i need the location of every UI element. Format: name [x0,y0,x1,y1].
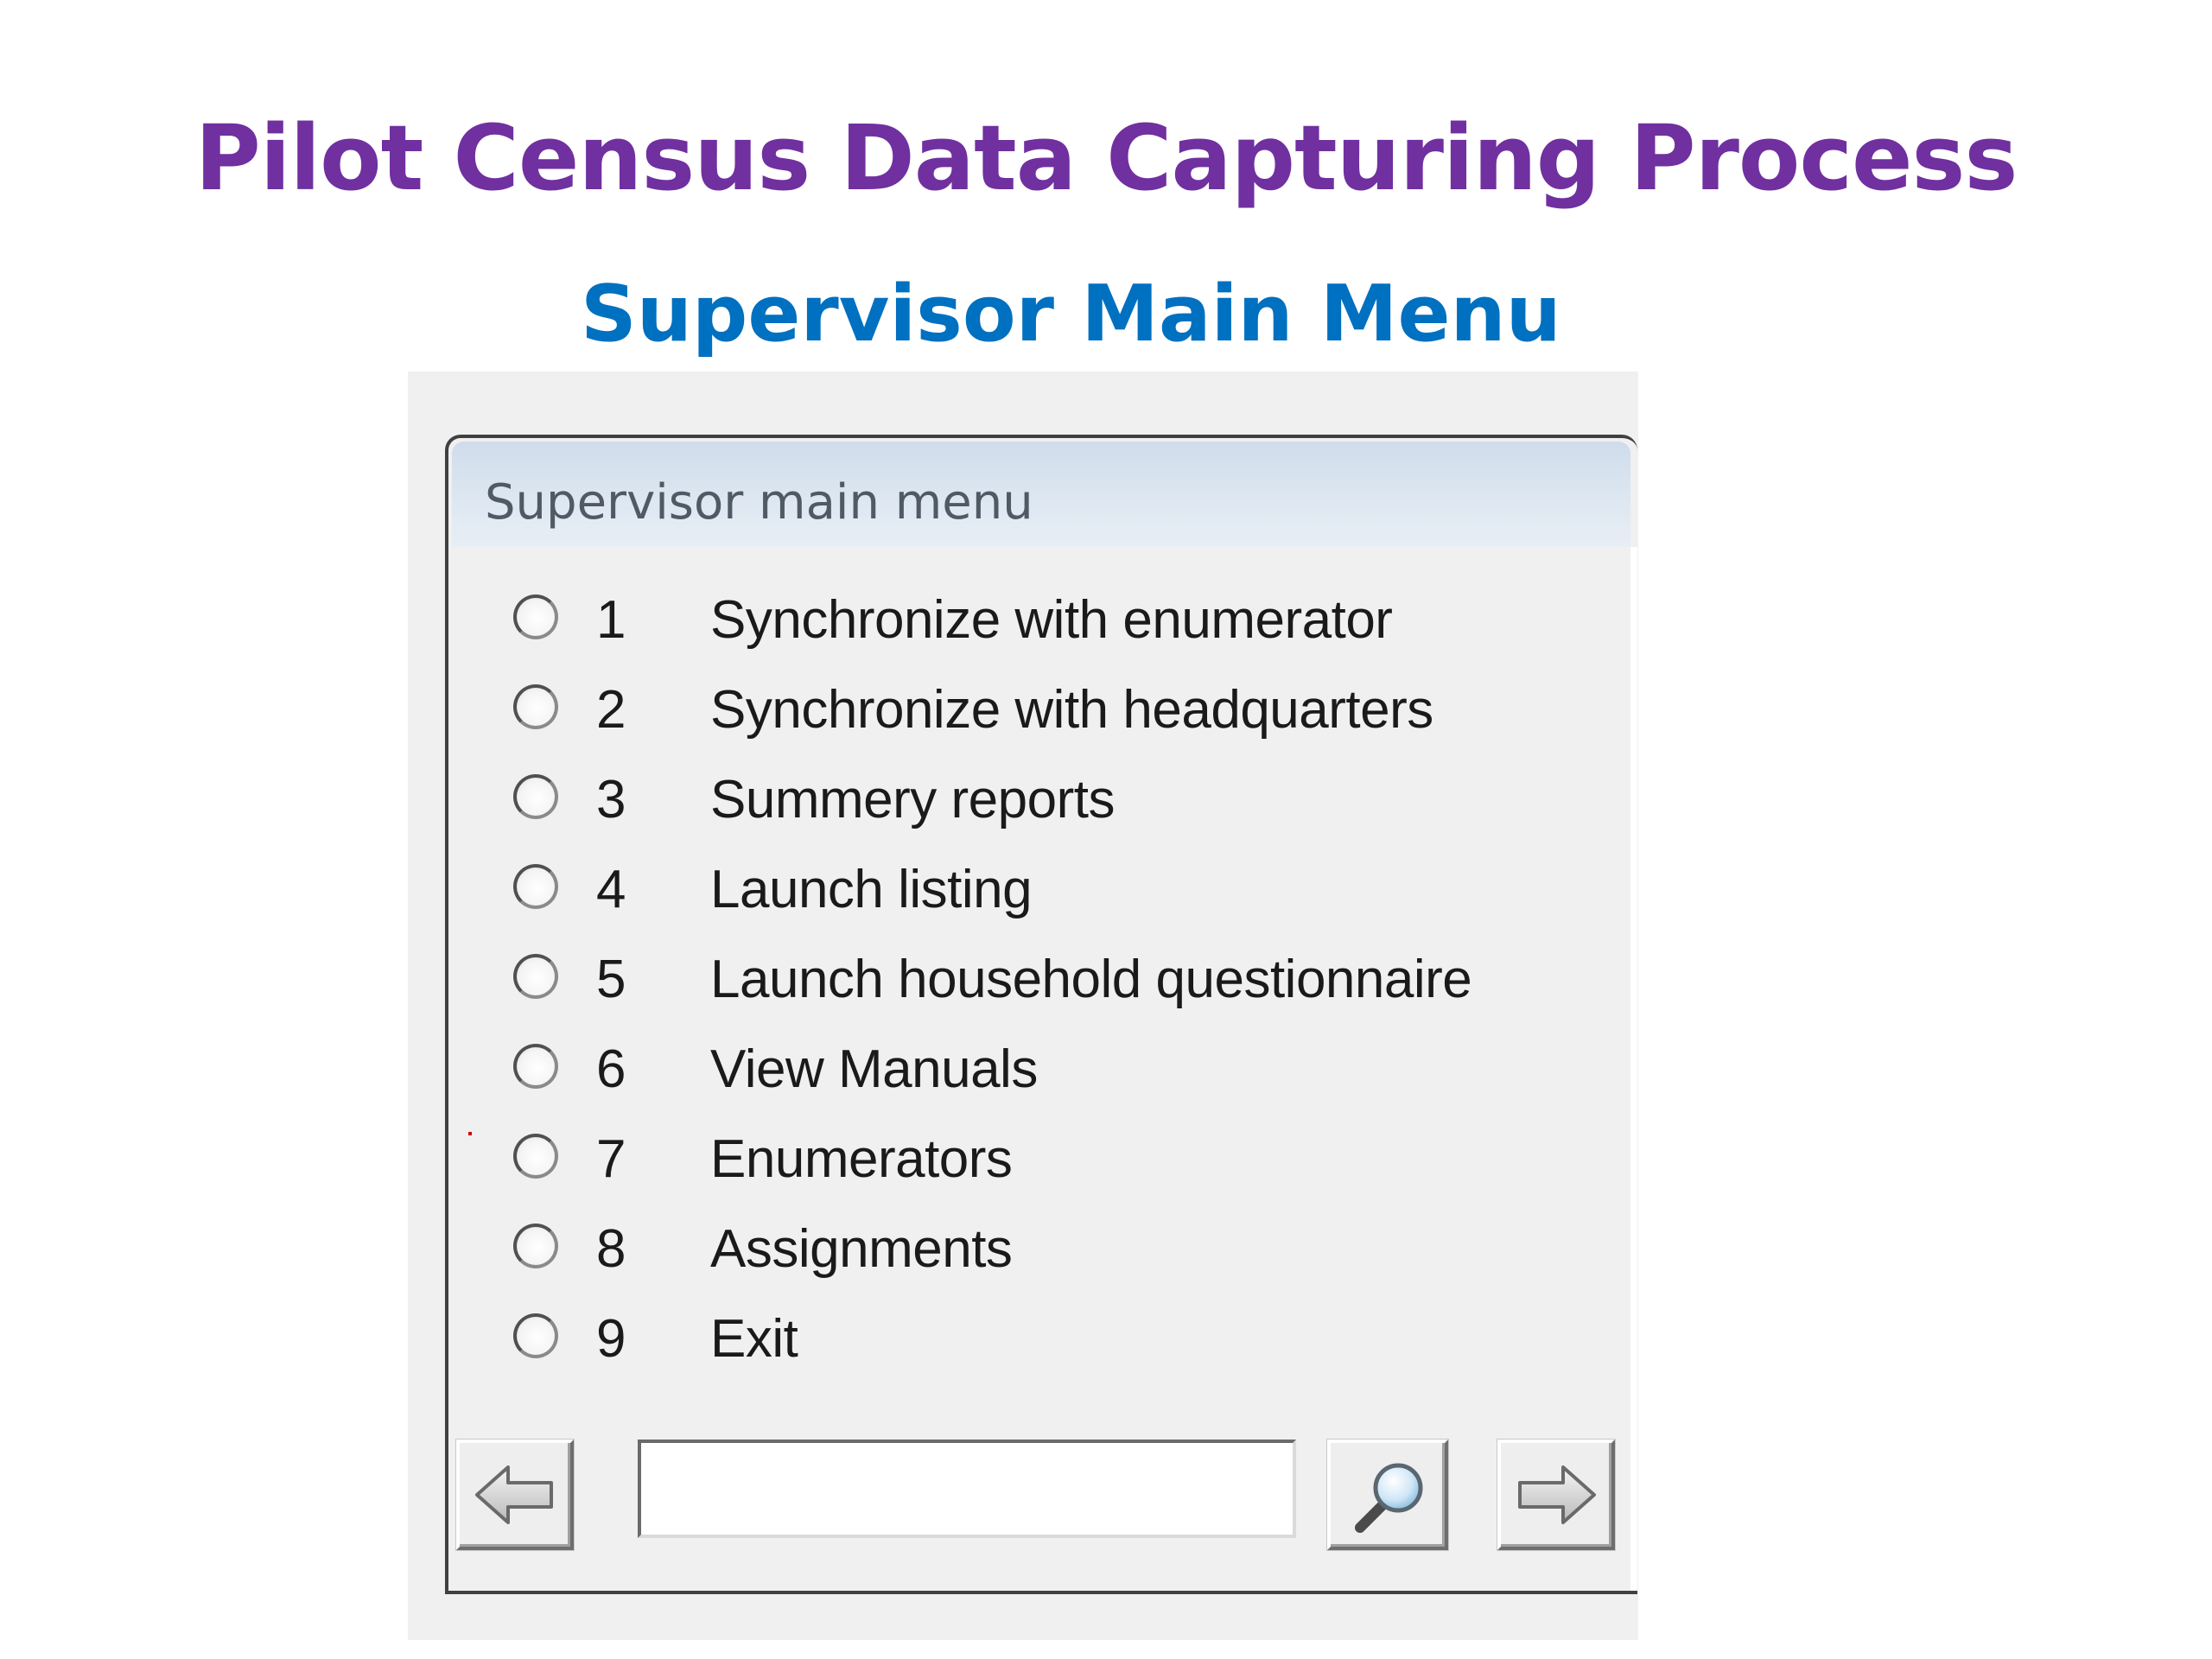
menu-item-view-manuals[interactable]: 6 View Manuals [499,1028,1536,1118]
menu-item-number: 2 [596,680,626,740]
search-input[interactable] [638,1440,1296,1538]
window-right-edge [1630,547,1637,1591]
menu-item-number: 5 [596,950,626,1009]
menu-item-assignments[interactable]: 8 Assignments [499,1208,1536,1298]
menu-item-synchronize-with-enumerator[interactable]: 1 Synchronize with enumerator [499,579,1536,669]
menu-item-number: 7 [596,1129,626,1189]
menu-item-number: 6 [596,1039,626,1099]
menu-item-enumerators[interactable]: 7 Enumerators [499,1118,1536,1208]
menu-item-label: Enumerators [710,1129,1013,1189]
radio-button[interactable] [513,1044,558,1089]
radio-button[interactable] [513,864,558,909]
menu-item-label: Launch listing [710,860,1033,919]
menu-item-label: Synchronize with enumerator [710,590,1393,650]
radio-button[interactable] [513,1134,558,1179]
radio-button[interactable] [513,684,558,729]
slide-title: Pilot Census Data Capturing Process [194,105,2018,211]
radio-button[interactable] [513,1224,558,1268]
slide-subtitle: Supervisor Main Menu [581,269,1561,359]
menu-item-number: 1 [596,590,626,650]
menu-list: 1 Synchronize with enumerator 2 Synchron… [499,579,1536,1388]
menu-item-label: Summery reports [710,770,1115,830]
menu-item-label: Synchronize with headquarters [710,680,1433,740]
stray-mark [468,1132,472,1135]
menu-item-label: Launch household questionnaire [710,950,1472,1009]
radio-button[interactable] [513,774,558,819]
menu-item-label: View Manuals [710,1039,1038,1099]
menu-item-launch-household-questionnaire[interactable]: 5 Launch household questionnaire [499,938,1536,1028]
search-button[interactable] [1327,1440,1448,1550]
window-header: Supervisor main menu [452,442,1630,547]
next-button[interactable] [1497,1440,1615,1550]
menu-item-launch-listing[interactable]: 4 Launch listing [499,849,1536,938]
radio-button[interactable] [513,594,558,639]
menu-item-label: Assignments [710,1219,1013,1279]
radio-button[interactable] [513,954,558,999]
menu-item-label: Exit [710,1309,798,1369]
right-arrow-icon [1518,1465,1596,1524]
magnifier-icon [1355,1463,1423,1533]
menu-item-number: 3 [596,770,626,830]
radio-button[interactable] [513,1313,558,1358]
back-button[interactable] [456,1440,574,1550]
menu-item-number: 8 [596,1219,626,1279]
menu-item-exit[interactable]: 9 Exit [499,1298,1536,1388]
left-arrow-icon [475,1465,553,1524]
menu-item-number: 9 [596,1309,626,1369]
menu-item-synchronize-with-headquarters[interactable]: 2 Synchronize with headquarters [499,669,1536,759]
menu-item-number: 4 [596,860,626,919]
menu-item-summery-reports[interactable]: 3 Summery reports [499,759,1536,849]
window-title: Supervisor main menu [485,474,1033,531]
